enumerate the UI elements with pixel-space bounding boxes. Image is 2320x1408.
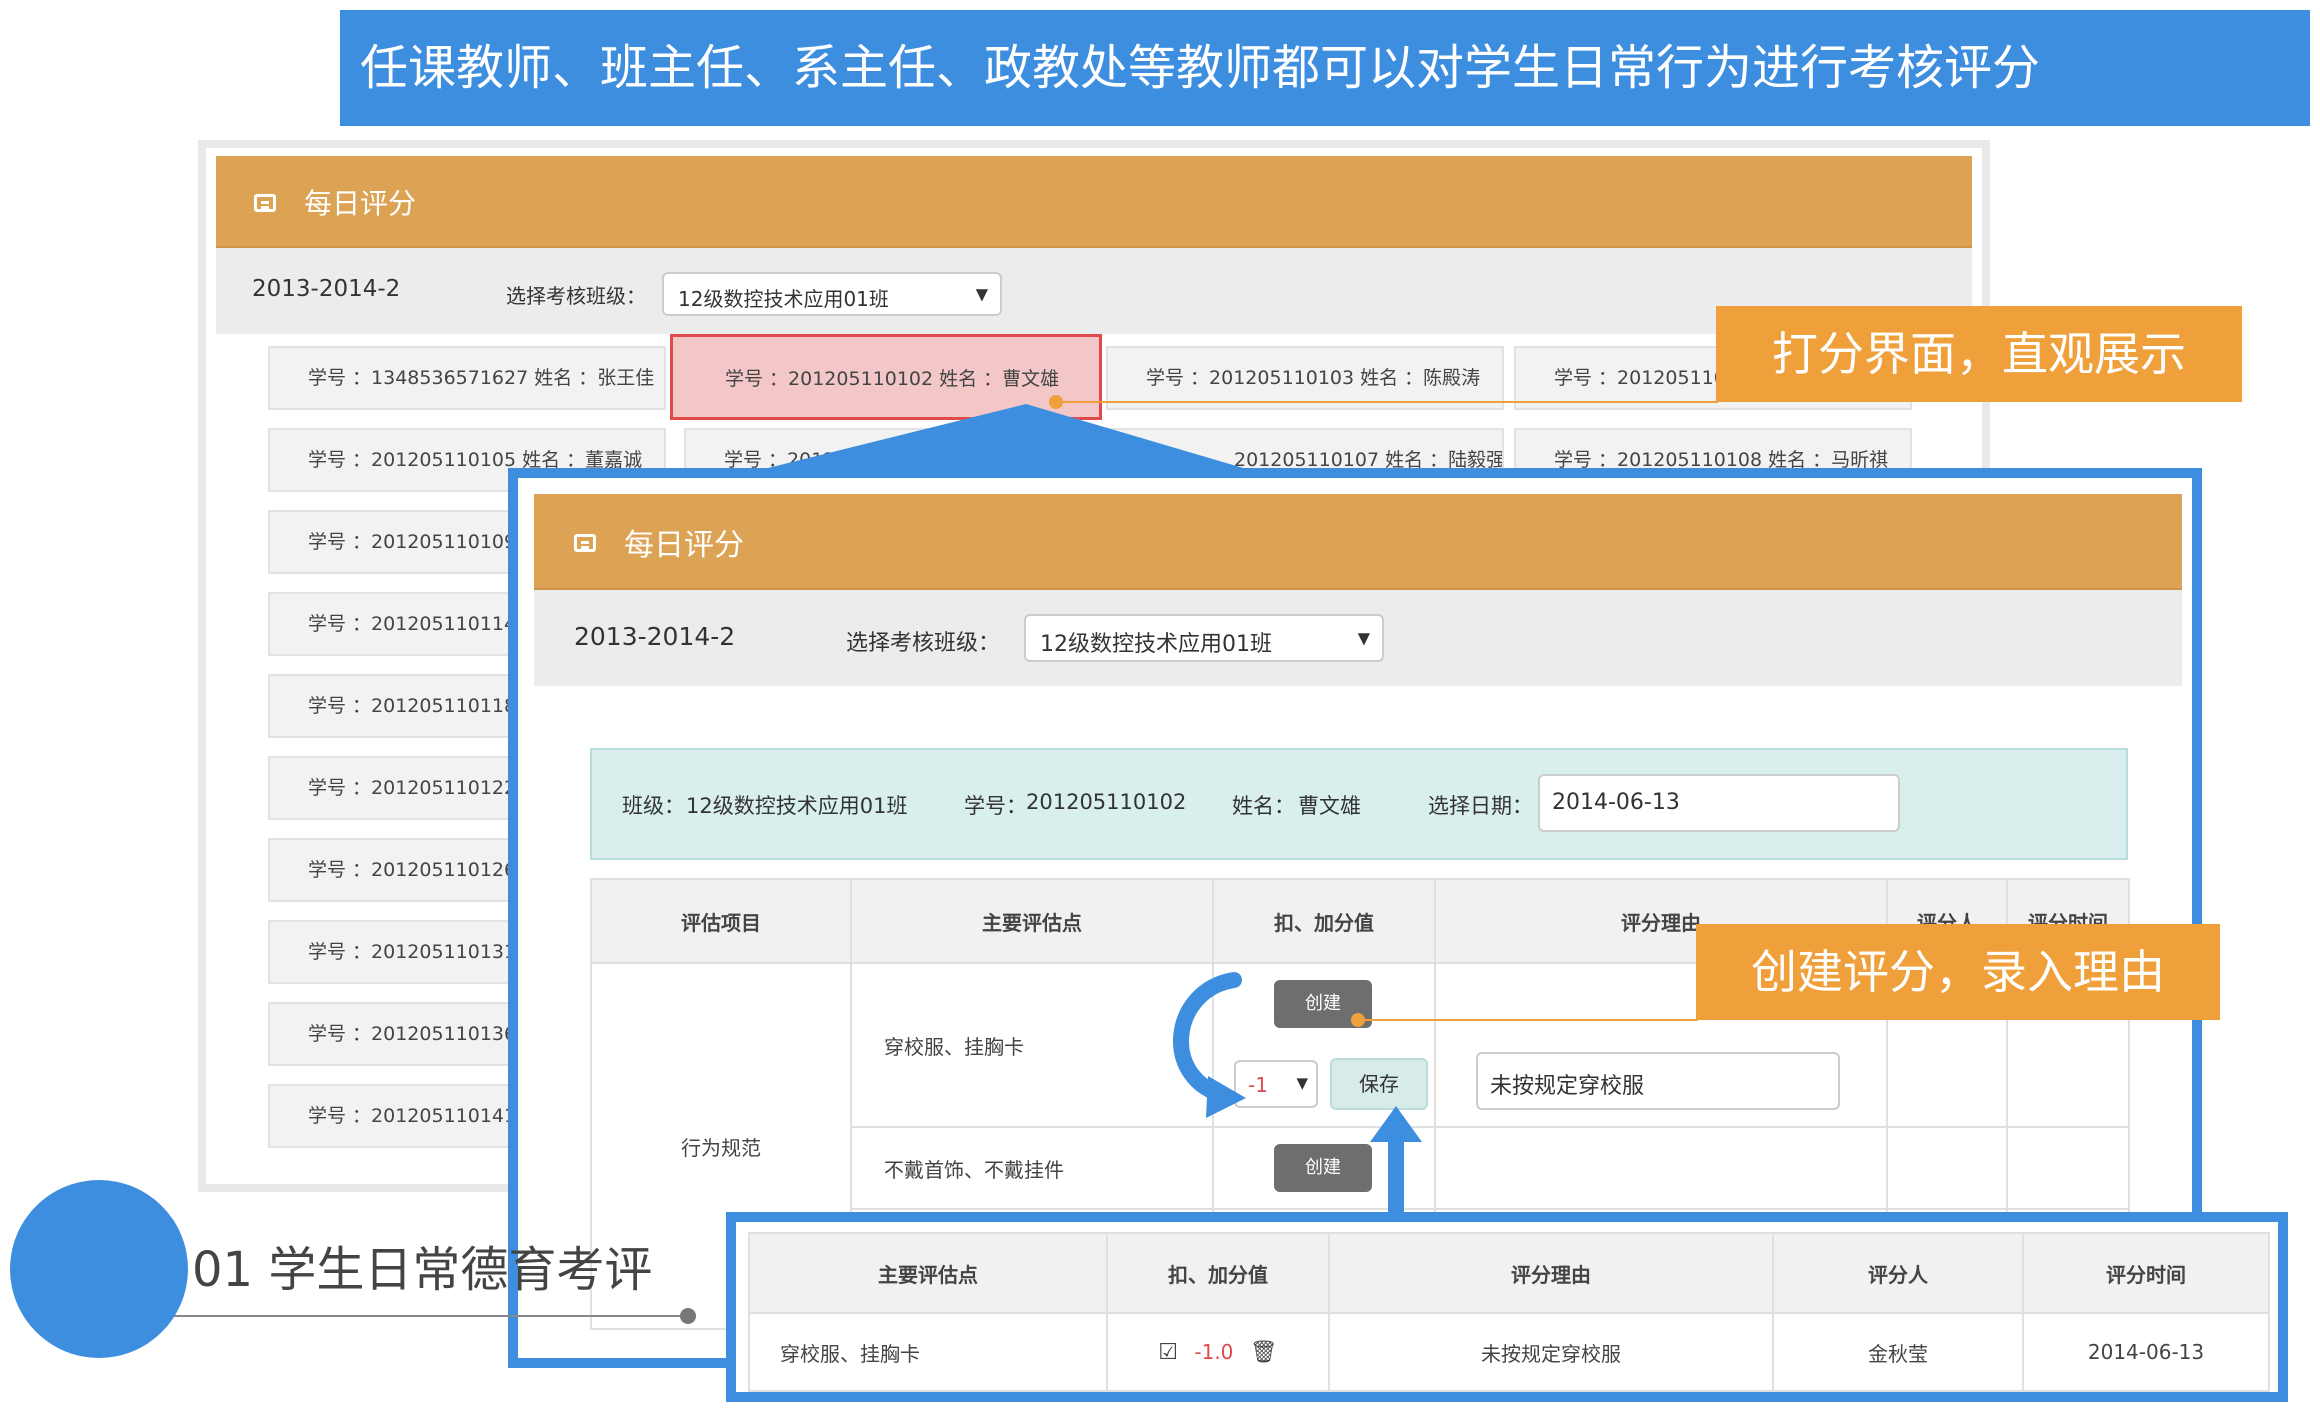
result-score-cell: ☑ -1.0 🗑 xyxy=(1106,1312,1330,1392)
callout-scoring-interface: 打分界面，直观展示 xyxy=(1716,306,2242,402)
annotation-overlay xyxy=(160,395,1718,1324)
edit-check-icon[interactable]: ☑ xyxy=(1158,1340,1178,1365)
result-header-rater: 评分人 xyxy=(1772,1232,2024,1314)
result-header-reason: 评分理由 xyxy=(1328,1232,1774,1314)
result-score: -1.0 xyxy=(1194,1339,1234,1364)
result-rater: 金秋莹 xyxy=(1772,1312,2024,1392)
result-header-point: 主要评估点 xyxy=(748,1232,1108,1314)
section-title: 01 学生日常德育考评 xyxy=(192,1242,653,1298)
result-reason: 未按规定穿校服 xyxy=(1328,1312,1774,1392)
callout-create-score: 创建评分，录入理由 xyxy=(1696,924,2220,1020)
section-badge xyxy=(10,1180,188,1358)
result-header-time: 评分时间 xyxy=(2022,1232,2270,1314)
result-time: 2014-06-13 xyxy=(2022,1312,2270,1392)
result-table: 主要评估点 扣、加分值 评分理由 评分人 评分时间 穿校服、挂胸卡 ☑ -1.0… xyxy=(748,1232,2270,1392)
trash-icon[interactable]: 🗑 xyxy=(1250,1340,1278,1365)
score-result-window: 主要评估点 扣、加分值 评分理由 评分人 评分时间 穿校服、挂胸卡 ☑ -1.0… xyxy=(726,1212,2288,1402)
result-point: 穿校服、挂胸卡 xyxy=(748,1312,1108,1392)
result-header-score: 扣、加分值 xyxy=(1106,1232,1330,1314)
